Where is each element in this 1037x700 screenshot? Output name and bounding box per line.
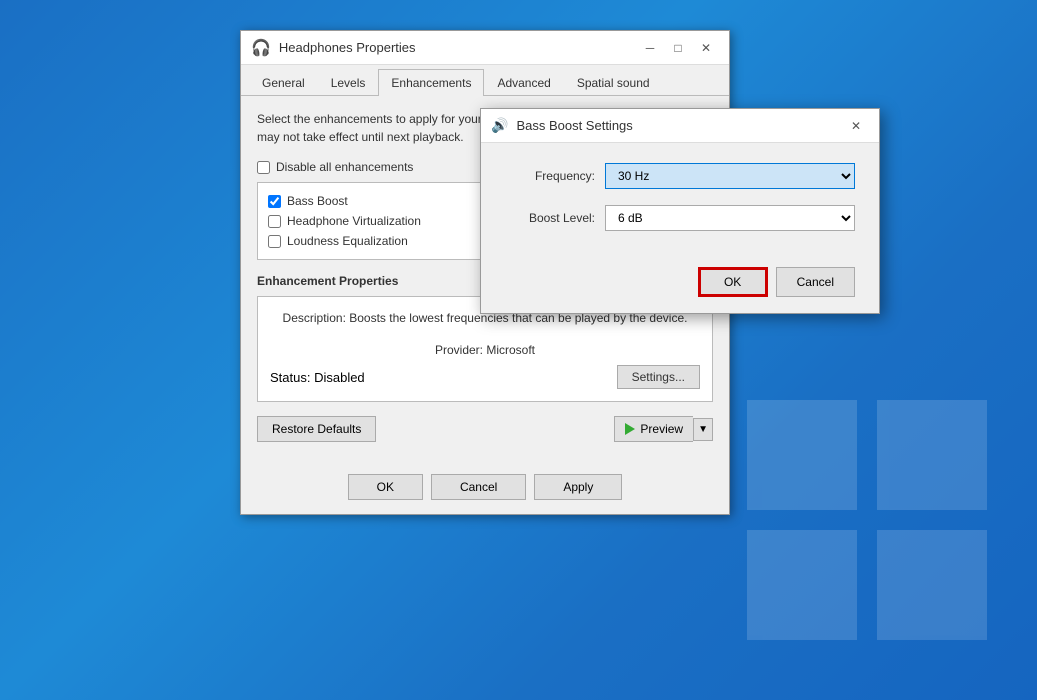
boost-select[interactable]: 0 dB 2 dB 4 dB 6 dB 8 dB 10 dB 12 dB [605, 205, 855, 231]
boost-level-row: Boost Level: 0 dB 2 dB 4 dB 6 dB 8 dB 10… [505, 205, 855, 231]
headphone-icon: 🎧 [251, 38, 271, 58]
tab-spatial[interactable]: Spatial sound [564, 69, 663, 96]
preview-label: Preview [640, 422, 683, 436]
bass-boost-label: Bass Boost [287, 194, 348, 208]
bass-dialog-titlebar: 🔊 Bass Boost Settings ✕ [481, 109, 879, 143]
restore-defaults-button[interactable]: Restore Defaults [257, 416, 376, 442]
bass-dialog-buttons: OK Cancel [481, 263, 879, 313]
tab-enhancements[interactable]: Enhancements [378, 69, 484, 96]
settings-button[interactable]: Settings... [617, 365, 700, 389]
prop-status: Status: Disabled [270, 370, 365, 385]
maximize-button[interactable]: □ [665, 37, 691, 59]
bass-titlebar-controls: ✕ [843, 115, 869, 137]
main-window-title: Headphones Properties [279, 40, 416, 55]
tab-levels[interactable]: Levels [318, 69, 379, 96]
loudness-equalization-checkbox[interactable] [268, 235, 281, 248]
bass-boost-dialog: 🔊 Bass Boost Settings ✕ Frequency: 30 Hz… [480, 108, 880, 314]
main-cancel-button[interactable]: Cancel [431, 474, 526, 500]
bass-boost-checkbox[interactable] [268, 195, 281, 208]
tab-advanced[interactable]: Advanced [484, 69, 563, 96]
disable-all-checkbox[interactable] [257, 161, 270, 174]
loudness-equalization-label: Loudness Equalization [287, 234, 408, 248]
main-ok-button[interactable]: OK [348, 474, 423, 500]
bass-close-button[interactable]: ✕ [843, 115, 869, 137]
titlebar-controls: ─ □ ✕ [637, 37, 719, 59]
bass-dialog-title: Bass Boost Settings [516, 118, 632, 133]
preview-button[interactable]: Preview [614, 416, 693, 442]
main-dialog-buttons: OK Cancel Apply [241, 466, 729, 514]
tabs-bar: General Levels Enhancements Advanced Spa… [241, 65, 729, 96]
main-window-titlebar: 🎧 Headphones Properties ─ □ ✕ [241, 31, 729, 65]
bass-dialog-icon: 🔊 [491, 117, 508, 134]
frequency-label: Frequency: [505, 169, 595, 183]
bass-ok-button[interactable]: OK [698, 267, 768, 297]
prop-provider: Provider: Microsoft [270, 343, 700, 357]
boost-label: Boost Level: [505, 211, 595, 225]
frequency-select[interactable]: 30 Hz 60 Hz 80 Hz 100 Hz 125 Hz 160 Hz 2… [605, 163, 855, 189]
bass-dialog-content: Frequency: 30 Hz 60 Hz 80 Hz 100 Hz 125 … [481, 143, 879, 263]
bass-titlebar-left: 🔊 Bass Boost Settings [491, 117, 633, 134]
main-apply-button[interactable]: Apply [534, 474, 622, 500]
close-button[interactable]: ✕ [693, 37, 719, 59]
bass-cancel-button[interactable]: Cancel [776, 267, 855, 297]
headphone-virtualization-label: Headphone Virtualization [287, 214, 421, 228]
minimize-button[interactable]: ─ [637, 37, 663, 59]
headphone-virtualization-checkbox[interactable] [268, 215, 281, 228]
titlebar-left: 🎧 Headphones Properties [251, 38, 416, 58]
preview-dropdown-button[interactable]: ▼ [693, 418, 713, 441]
tab-general[interactable]: General [249, 69, 318, 96]
play-icon [625, 423, 635, 435]
prop-status-row: Status: Disabled Settings... [270, 365, 700, 389]
bottom-actions-row: Restore Defaults Preview ▼ [257, 416, 713, 442]
frequency-row: Frequency: 30 Hz 60 Hz 80 Hz 100 Hz 125 … [505, 163, 855, 189]
preview-group: Preview ▼ [614, 416, 713, 442]
disable-all-label: Disable all enhancements [276, 160, 413, 174]
